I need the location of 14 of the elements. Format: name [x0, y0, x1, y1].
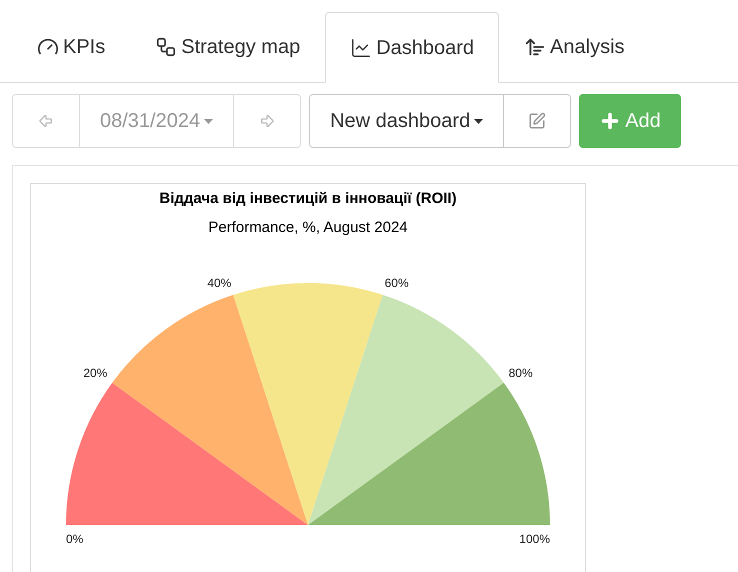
tab[interactable]: Strategy map [130, 12, 326, 82]
hierarchy-icon [155, 36, 178, 58]
tab[interactable]: KPIs [12, 12, 130, 82]
sort-icon [524, 36, 546, 58]
edit-icon [528, 112, 546, 130]
widget-subtitle: Performance, %, August 2024 [207, 218, 409, 238]
caret-icon [474, 118, 484, 124]
caret-icon [204, 118, 214, 124]
line-chart-icon [350, 36, 372, 58]
widget-title: Віддача від інвестицій в інновації (ROII) [158, 189, 458, 209]
tab[interactable]: Dashboard [325, 12, 500, 83]
left-arrow-icon [38, 113, 54, 129]
tab[interactable]: Analysis [499, 12, 650, 82]
right-arrow-icon [259, 113, 276, 129]
